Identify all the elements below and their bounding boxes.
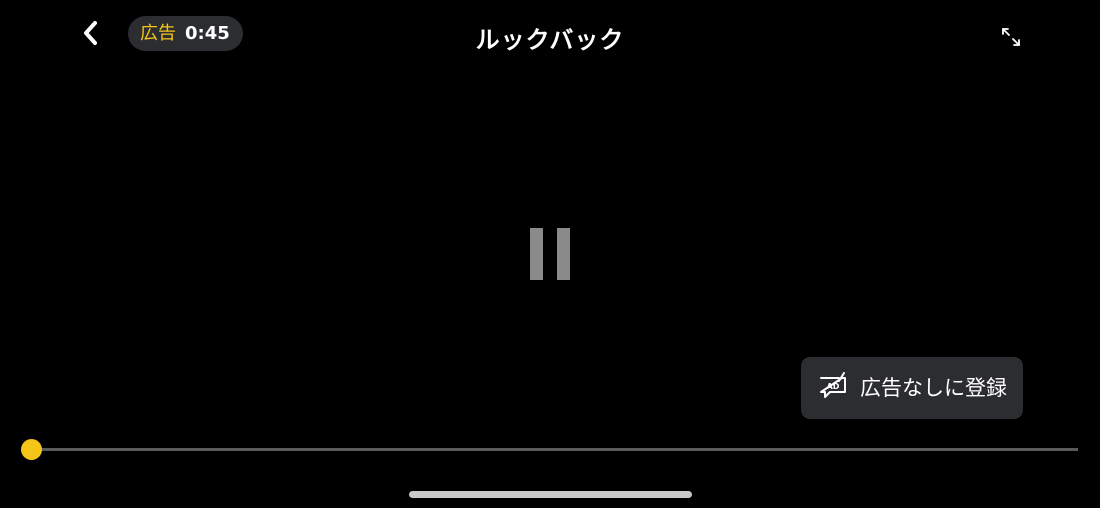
ad-free-chat-icon: AD (818, 372, 848, 404)
pause-bar-right (557, 228, 570, 280)
subscribe-ad-free-label: 広告なしに登録 (860, 375, 1007, 400)
pause-bar-left (530, 228, 543, 280)
expand-arrows-icon (999, 25, 1023, 53)
svg-text:AD: AD (827, 382, 840, 391)
pause-button[interactable] (525, 222, 575, 286)
subscribe-ad-free-button[interactable]: AD 広告なしに登録 (801, 357, 1023, 419)
home-indicator (409, 491, 692, 498)
video-title: ルックバック (475, 26, 625, 54)
seek-handle[interactable] (21, 438, 42, 460)
seek-bar[interactable] (21, 438, 1078, 460)
fullscreen-button[interactable] (996, 24, 1026, 54)
